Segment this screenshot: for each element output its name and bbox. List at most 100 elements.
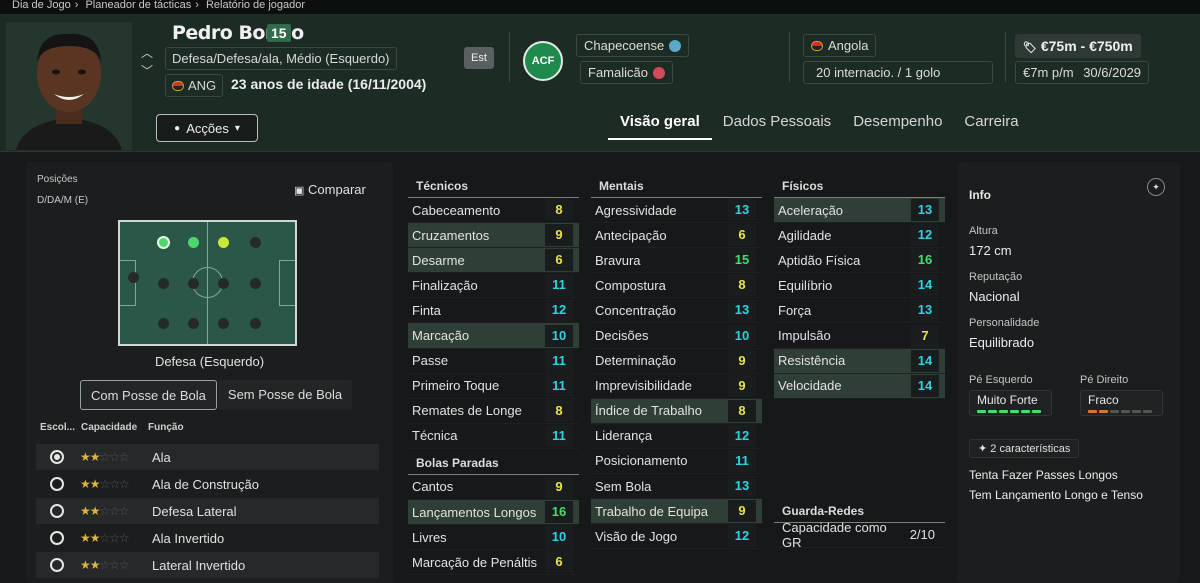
attribute-row[interactable]: Cabeceamento 8 xyxy=(408,198,579,224)
attribute-row[interactable]: Cantos 9 xyxy=(408,475,579,501)
possession-toggle: Com Posse de Bola Sem Posse de Bola xyxy=(80,380,353,410)
position-dot[interactable] xyxy=(218,237,229,248)
attribute-name: Aptidão Física xyxy=(778,252,861,268)
attribute-row[interactable]: Determinação 9 xyxy=(591,349,762,374)
tab-carreira[interactable]: Carreira xyxy=(953,112,1029,140)
attribute-value: 11 xyxy=(545,349,573,372)
team-icon xyxy=(669,39,682,52)
attribute-value: 7 xyxy=(911,324,939,347)
chevron-down-icon[interactable]: ﹀ xyxy=(141,62,153,80)
attribute-name: Determinação xyxy=(595,353,676,369)
role-row[interactable]: ★★☆☆☆ Ala de Construção xyxy=(36,471,379,497)
actions-label: Acções xyxy=(186,120,229,136)
actions-button[interactable]: ● Acções ▾ xyxy=(156,114,258,142)
right-foot-value: Fraco xyxy=(1088,393,1119,407)
wage-text: €7m p/m xyxy=(1023,65,1074,80)
attribute-row[interactable]: Concentração 13 xyxy=(591,298,762,324)
position-dot[interactable] xyxy=(188,237,199,248)
attribute-row[interactable]: Resistência 14 xyxy=(774,348,945,374)
value-chip[interactable]: 🏷 €75m - €750m xyxy=(1015,34,1141,58)
position-dot[interactable] xyxy=(188,318,199,329)
attribute-row[interactable]: Visão de Jogo 12 xyxy=(591,524,762,550)
attribute-name: Cabeceamento xyxy=(412,202,501,218)
breadcrumb-item[interactable]: Dia de Jogo xyxy=(12,0,71,11)
position-dot[interactable] xyxy=(218,318,229,329)
attribute-row[interactable]: Bravura 15 xyxy=(591,248,762,274)
attribute-row[interactable]: Finalização 11 xyxy=(408,273,579,299)
attribute-value: 6 xyxy=(545,551,573,574)
position-dot[interactable] xyxy=(218,278,229,289)
attribute-row[interactable]: Aptidão Física 16 xyxy=(774,248,945,274)
role-row[interactable]: ★★☆☆☆ Lateral Invertido xyxy=(36,552,379,578)
attribute-row[interactable]: Posicionamento 11 xyxy=(591,449,762,475)
position-dot[interactable] xyxy=(188,278,199,289)
attribute-row[interactable]: Marcação de Penáltis 6 xyxy=(408,550,579,576)
attribute-row[interactable]: Livres 10 xyxy=(408,525,579,551)
attribute-row[interactable]: Lançamentos Longos 16 xyxy=(408,500,579,526)
position-dot[interactable] xyxy=(128,272,139,283)
nation-chip[interactable]: Angola xyxy=(803,34,877,57)
loan-icon xyxy=(652,66,665,79)
attribute-row[interactable]: Força 13 xyxy=(774,298,945,324)
attribute-row[interactable]: Marcação 10 xyxy=(408,323,579,349)
chevron-up-icon[interactable]: ︿ xyxy=(141,44,153,62)
gr-row[interactable]: Capacidade como GR 2/10 xyxy=(774,520,945,550)
attribute-row[interactable]: Agressividade 13 xyxy=(591,198,762,224)
attribute-row[interactable]: Imprevisibilidade 9 xyxy=(591,374,762,399)
est-button[interactable]: Est xyxy=(464,47,494,69)
role-row[interactable]: ★★☆☆☆ Ala xyxy=(36,444,379,470)
attribute-row[interactable]: Antecipação 6 xyxy=(591,223,762,249)
attribute-row[interactable]: Técnica 11 xyxy=(408,424,579,449)
attribute-row[interactable]: Velocidade 14 xyxy=(774,373,945,399)
attribute-row[interactable]: Passe 11 xyxy=(408,349,579,374)
compare-button[interactable]: ▣ Comparar xyxy=(294,182,366,197)
loan-club-chip[interactable]: Famalicão xyxy=(580,61,673,84)
attribute-row[interactable]: Aceleração 13 xyxy=(774,198,945,224)
attribute-row[interactable]: Remates de Longe 8 xyxy=(408,399,579,424)
attribute-row[interactable]: Trabalho de Equipa 9 xyxy=(591,499,762,525)
position-dot[interactable] xyxy=(250,237,261,248)
role-row[interactable]: ★★☆☆☆ Defesa Lateral xyxy=(36,498,379,524)
attribute-row[interactable]: Primeiro Toque 11 xyxy=(408,374,579,399)
col-funcao: Função xyxy=(148,422,184,433)
attribute-row[interactable]: Impulsão 7 xyxy=(774,323,945,349)
role-row[interactable]: ★★☆☆☆ Ala Invertido xyxy=(36,525,379,551)
club-chip[interactable]: Chapecoense xyxy=(576,34,690,57)
breadcrumb-item[interactable]: Planeador de tácticas xyxy=(85,0,191,11)
angola-flag-icon xyxy=(811,40,823,51)
attribute-row[interactable]: Compostura 8 xyxy=(591,273,762,299)
role-radio[interactable] xyxy=(50,558,64,572)
attribute-row[interactable]: Agilidade 12 xyxy=(774,223,945,249)
info-settings-icon[interactable]: ✦ xyxy=(1147,178,1165,196)
attribute-row[interactable]: Cruzamentos 9 xyxy=(408,223,579,249)
position-dot[interactable] xyxy=(158,278,169,289)
attribute-row[interactable]: Liderança 12 xyxy=(591,424,762,449)
position-dot[interactable] xyxy=(250,318,261,329)
attribute-name: Visão de Jogo xyxy=(595,528,678,544)
attribute-row[interactable]: Desarme 6 xyxy=(408,248,579,274)
role-radio[interactable] xyxy=(50,531,64,545)
attribute-row[interactable]: Finta 12 xyxy=(408,298,579,324)
attribute-row[interactable]: Equilíbrio 14 xyxy=(774,273,945,299)
attribute-row[interactable]: Decisões 10 xyxy=(591,323,762,349)
without-ball-toggle[interactable]: Sem Posse de Bola xyxy=(217,380,353,410)
tab-visao-geral[interactable]: Visão geral xyxy=(608,112,712,140)
fisicos-title: Físicos xyxy=(774,174,945,198)
role-radio[interactable] xyxy=(50,477,64,491)
tab-desempenho[interactable]: Desempenho xyxy=(842,112,953,140)
role-radio[interactable] xyxy=(50,450,64,464)
tecnicos-title: Técnicos xyxy=(408,174,579,198)
attribute-row[interactable]: Índice de Trabalho 8 xyxy=(591,398,762,424)
position-dot[interactable] xyxy=(250,278,261,289)
traits-badge[interactable]: ✦ 2 características xyxy=(969,439,1080,458)
caps-text: 20 internacio. / 1 golo xyxy=(816,65,941,80)
attribute-name: Lançamentos Longos xyxy=(412,504,537,520)
with-ball-toggle[interactable]: Com Posse de Bola xyxy=(80,380,217,410)
position-dot-selected[interactable] xyxy=(157,236,170,249)
role-stars-rating: ★★☆☆☆ xyxy=(80,504,130,518)
position-dot[interactable] xyxy=(158,318,169,329)
role-radio[interactable] xyxy=(50,504,64,518)
attribute-name: Imprevisibilidade xyxy=(595,378,692,394)
tab-dados-pessoais[interactable]: Dados Pessoais xyxy=(712,112,842,140)
attribute-row[interactable]: Sem Bola 13 xyxy=(591,474,762,500)
